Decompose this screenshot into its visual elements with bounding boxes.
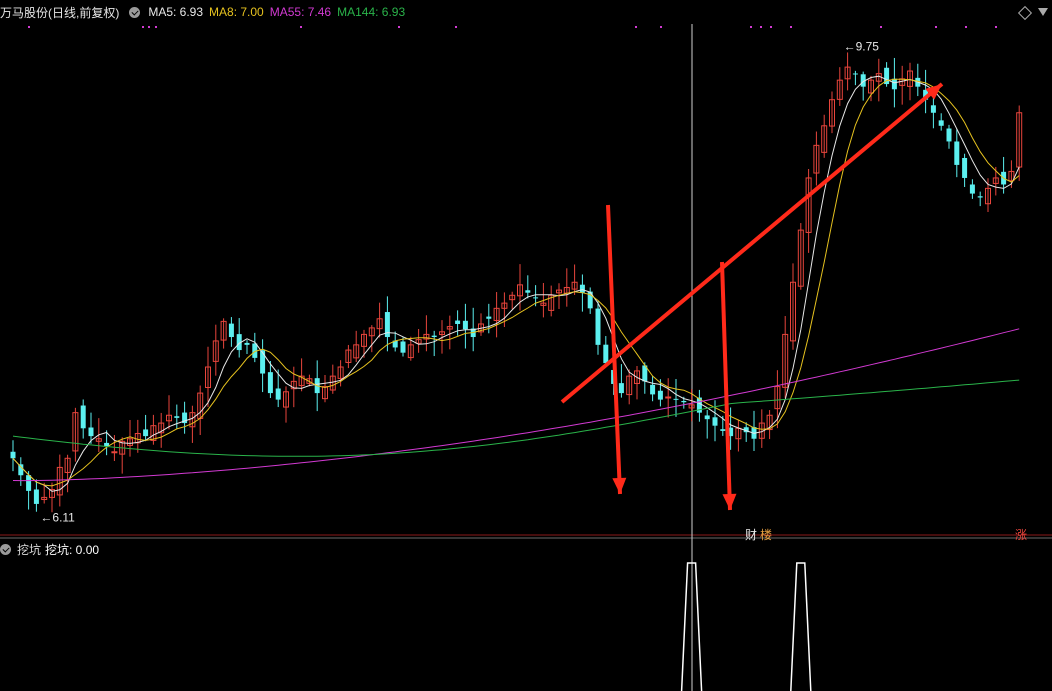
candle-body-down	[400, 341, 406, 353]
signal-dot	[935, 26, 937, 28]
candle-body-down	[244, 342, 250, 345]
signal-dot	[635, 26, 637, 28]
candle-body-down	[533, 297, 539, 299]
subpanel-header: 挖坑 挖坑: 0.00	[0, 540, 99, 558]
signal-dot	[770, 26, 772, 28]
ma55-line	[12, 328, 1020, 482]
ma144-line	[12, 379, 1020, 457]
signal-dot	[750, 26, 752, 28]
candle-body-down	[946, 128, 952, 142]
candle-body-down	[80, 405, 86, 429]
candle-body-down	[267, 372, 273, 394]
signal-dot	[880, 26, 882, 28]
candle-body-down	[486, 316, 492, 319]
subpanel-value: 挖坑: 0.00	[45, 542, 100, 557]
candle-body-down	[977, 196, 983, 198]
candle-body-down	[26, 475, 32, 491]
signal-dot	[760, 26, 762, 28]
signal-dot	[455, 26, 457, 28]
candle-body-up	[111, 451, 118, 454]
subpanel-settings-icon[interactable]	[0, 543, 11, 555]
annotation-arrow-down-2	[720, 261, 732, 511]
candle-body-down	[455, 320, 461, 324]
signal-dot	[398, 26, 400, 28]
candle-body-down	[228, 323, 234, 338]
candle-body-down	[712, 417, 718, 426]
signal-dot	[28, 26, 30, 28]
signal-dot	[148, 26, 150, 28]
annotation-arrow-down-1-head	[612, 477, 627, 494]
candle-body-down	[260, 350, 266, 374]
candle-body-down	[275, 388, 281, 400]
candle-body-down	[10, 451, 16, 459]
candle-body-up	[665, 396, 672, 399]
candle-body-down	[657, 390, 663, 400]
candle-body-down	[954, 141, 960, 165]
candle-body-down	[462, 320, 468, 330]
signal-dot	[965, 26, 967, 28]
candle-body-down	[603, 344, 609, 364]
annotation-arrow-down-2-head	[722, 493, 737, 510]
candle-body-down	[579, 284, 585, 293]
candle-body-down	[938, 120, 944, 126]
candle-body-down	[704, 415, 710, 420]
candle-body-down	[891, 78, 897, 90]
signal-dot	[995, 26, 997, 28]
candle-body-down	[525, 290, 531, 293]
candle-body-down	[431, 335, 437, 338]
signal-dot	[790, 26, 792, 28]
signal-dot	[155, 26, 157, 28]
candle-body-down	[681, 400, 687, 403]
signal-dot	[300, 26, 302, 28]
candle-body-down	[852, 73, 858, 75]
zhang-marker[interactable]: 涨	[1015, 526, 1027, 543]
candle-body-down	[720, 429, 726, 431]
subpanel-name: 挖坑	[17, 542, 42, 557]
candle-body-down	[88, 427, 94, 437]
candle-body-down	[969, 184, 975, 194]
candle-body-down	[595, 308, 601, 345]
wakeng-signal-spike	[790, 562, 812, 691]
annotation-arrow-up	[560, 82, 944, 404]
signal-dot	[142, 26, 144, 28]
candle-body-down	[174, 416, 180, 418]
signal-dot	[660, 26, 662, 28]
candle-body-down	[650, 384, 656, 395]
candle-body-down	[962, 157, 968, 178]
candle-body-down	[33, 489, 39, 504]
candle-body-down	[673, 398, 679, 400]
lou-marker[interactable]: 楼	[760, 526, 772, 543]
candle-body-down	[618, 383, 624, 394]
low-price-label: ←6.11	[40, 511, 75, 525]
cai-marker[interactable]: 财	[745, 526, 757, 543]
high-price-label: ←9.75	[844, 39, 880, 53]
candle-body-down	[930, 105, 936, 113]
price-chart[interactable]: ←6.11 ←9.75	[0, 0, 1052, 691]
candle-body-down	[18, 464, 24, 476]
candle-body-down	[143, 429, 149, 437]
